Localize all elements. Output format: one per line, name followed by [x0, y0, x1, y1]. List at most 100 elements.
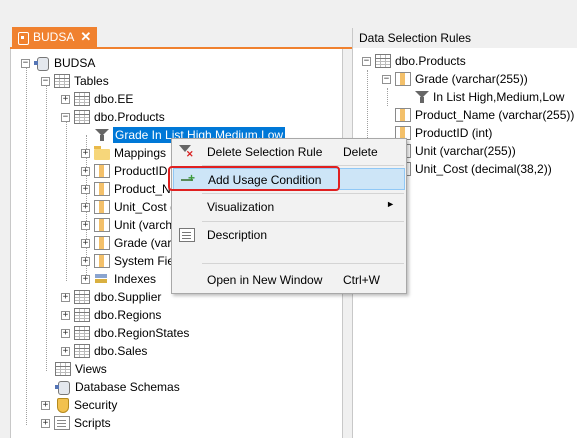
tree-label-products: dbo.Products: [94, 110, 165, 124]
column-icon: [94, 236, 110, 250]
tree-item-security[interactable]: + Security: [41, 396, 117, 414]
tab-strip: BUDSA ✕: [0, 0, 352, 47]
expand-icon[interactable]: +: [81, 202, 90, 212]
rules-column-unit-cost[interactable]: Unit_Cost (decimal(38,2)): [395, 160, 552, 178]
tree-item-regionstates[interactable]: + dbo.RegionStates: [61, 324, 189, 342]
tree-item-unit[interactable]: + Unit (varcha: [81, 216, 179, 234]
expand-icon[interactable]: +: [41, 400, 50, 410]
tree-item-productid[interactable]: + ProductID (: [81, 162, 175, 180]
column-icon: [395, 108, 411, 122]
menu-separator: [202, 221, 404, 222]
expand-icon[interactable]: +: [81, 166, 90, 176]
expand-icon[interactable]: +: [81, 184, 90, 194]
expand-icon[interactable]: +: [41, 418, 50, 428]
highlight-callout: [168, 166, 340, 191]
table-icon: [74, 110, 90, 124]
menu-shortcut-delete: Delete: [343, 145, 378, 159]
tree-label-root: BUDSA: [54, 56, 96, 70]
expand-icon[interactable]: +: [81, 148, 90, 158]
tree-item-database-schemas[interactable]: Database Schemas: [55, 378, 180, 396]
expand-icon[interactable]: +: [81, 220, 90, 230]
rules-table-products[interactable]: − dbo.Products: [362, 52, 466, 70]
expand-icon[interactable]: +: [61, 94, 70, 104]
table-icon: [74, 326, 90, 340]
rules-label-productid: ProductID (int): [415, 126, 493, 140]
expand-icon[interactable]: +: [61, 346, 70, 356]
menu-item-description[interactable]: Description: [173, 224, 405, 246]
rules-condition[interactable]: In List High,Medium,Low: [415, 88, 564, 106]
tree-item-products[interactable]: − dbo.Products: [61, 108, 165, 126]
tree-label-productid: ProductID (: [114, 164, 175, 178]
tree-item-tables[interactable]: − Tables: [41, 72, 109, 90]
expand-icon[interactable]: +: [61, 292, 70, 302]
script-icon: [54, 416, 70, 430]
table-icon: [74, 92, 90, 106]
menu-separator: [202, 263, 404, 264]
menu-label-description: Description: [207, 228, 268, 242]
tree-item-ee[interactable]: + dbo.EE: [61, 90, 133, 108]
tree-item-system-fields[interactable]: + System Field: [81, 252, 183, 270]
rules-column-productid[interactable]: ProductID (int): [395, 124, 492, 142]
context-menu: Delete Selection Rule Delete Add Usage C…: [171, 138, 407, 294]
tree-root[interactable]: − BUDSA: [21, 54, 95, 72]
collapse-icon[interactable]: −: [61, 112, 70, 122]
rules-label-condition: In List High,Medium,Low: [433, 90, 565, 104]
rules-label-unit: Unit (varchar(255)): [415, 144, 516, 158]
tree-label-database-schemas: Database Schemas: [75, 380, 180, 394]
tree-item-unit-cost[interactable]: + Unit_Cost (c: [81, 198, 180, 216]
collapse-icon[interactable]: −: [382, 74, 391, 84]
column-icon: [94, 254, 110, 268]
tree-item-indexes[interactable]: + Indexes: [81, 270, 156, 288]
rules-column-product-name[interactable]: Product_Name (varchar(255)): [395, 106, 574, 124]
rules-label-grade: Grade (varchar(255)): [415, 72, 528, 86]
tree-item-regions[interactable]: + dbo.Regions: [61, 306, 161, 324]
shield-icon: [54, 398, 70, 413]
folder-icon: [94, 145, 110, 160]
column-icon: [94, 200, 110, 214]
tree-label-sales: dbo.Sales: [94, 344, 148, 358]
tree-label-ee: dbo.EE: [94, 92, 134, 106]
filter-icon: [95, 128, 109, 142]
tree-item-sales[interactable]: + dbo.Sales: [61, 342, 147, 360]
collapse-icon[interactable]: −: [41, 76, 50, 86]
menu-item-delete-rule[interactable]: Delete Selection Rule Delete: [173, 141, 405, 163]
index-icon: [94, 272, 110, 286]
menu-label-open-window: Open in New Window: [207, 273, 323, 287]
close-icon[interactable]: ✕: [80, 29, 91, 45]
collapse-icon[interactable]: −: [362, 56, 371, 66]
table-icon: [375, 54, 391, 68]
tree-label-views: Views: [75, 362, 107, 376]
expand-icon[interactable]: +: [61, 328, 70, 338]
menu-item-open-new-window[interactable]: Open in New Window Ctrl+W: [173, 269, 405, 291]
tree-item-mappings[interactable]: + Mappings: [81, 144, 166, 162]
tree-item-grade[interactable]: + Grade (varc: [81, 234, 177, 252]
expand-icon[interactable]: +: [81, 238, 90, 248]
tab-budsa[interactable]: BUDSA ✕: [12, 27, 97, 47]
key-column-icon: [94, 164, 110, 178]
menu-label-delete: Delete Selection Rule: [207, 145, 323, 159]
tree-item-views[interactable]: Views: [55, 360, 107, 378]
expand-icon[interactable]: +: [61, 310, 70, 320]
tab-title: BUDSA: [33, 30, 75, 44]
expand-icon[interactable]: +: [81, 256, 90, 266]
description-icon: [179, 228, 195, 242]
tree-label-regions: dbo.Regions: [94, 308, 162, 322]
tree-label-mappings: Mappings: [114, 146, 167, 160]
menu-shortcut-open-window: Ctrl+W: [343, 273, 380, 287]
collapse-icon[interactable]: −: [21, 58, 30, 68]
schema-icon: [55, 380, 71, 395]
column-icon: [395, 72, 411, 86]
tree-item-scripts[interactable]: + Scripts: [41, 414, 111, 432]
tree-item-product-name[interactable]: + Product_Na: [81, 180, 177, 198]
menu-label-visualization: Visualization: [207, 200, 275, 214]
rules-column-unit[interactable]: Unit (varchar(255)): [395, 142, 516, 160]
menu-item-visualization[interactable]: Visualization ►: [173, 196, 405, 218]
expand-icon[interactable]: +: [81, 274, 90, 284]
rules-label-table: dbo.Products: [395, 54, 466, 68]
tree-label-unit: Unit (varcha: [114, 218, 179, 232]
panel-title: Data Selection Rules: [353, 28, 577, 48]
tree-label-tables: Tables: [74, 74, 109, 88]
submenu-arrow-icon: ►: [386, 199, 395, 209]
tree-item-supplier[interactable]: + dbo.Supplier: [61, 288, 161, 306]
rules-column-grade[interactable]: − Grade (varchar(255)): [382, 70, 528, 88]
